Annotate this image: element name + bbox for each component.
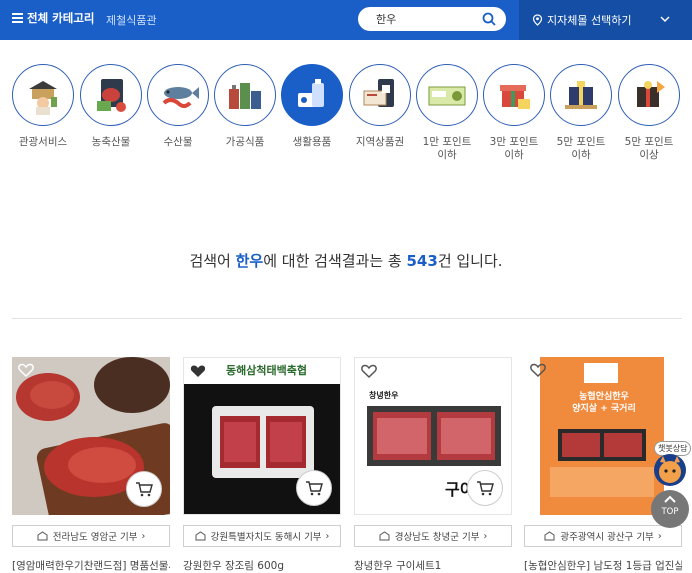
category-label: 관광서비스 [18, 136, 68, 148]
result-middle: 에 대한 검색결과는 총 [263, 252, 407, 270]
cart-icon [477, 481, 494, 496]
wishlist-heart-icon[interactable] [18, 363, 34, 377]
donation-box-icon [195, 531, 206, 541]
wishlist-heart-icon[interactable] [190, 364, 206, 378]
cart-icon [136, 482, 153, 497]
chevron-right-icon: › [483, 530, 488, 542]
chevron-right-icon: › [141, 530, 146, 542]
voucher-icon [349, 64, 411, 126]
category-under-30k[interactable]: 3만 포인트 이하 [482, 64, 546, 162]
region-label: 지자체몰 선택하기 [547, 14, 632, 27]
all-categories-label: 전체 카테고리 [27, 11, 95, 25]
hamburger-icon [12, 13, 23, 23]
product-name[interactable]: [영암매력한우기찬랜드점] 명품선물세 [12, 558, 170, 573]
wishlist-heart-icon[interactable] [361, 364, 377, 378]
all-categories-button[interactable]: 전체 카테고리 [12, 10, 94, 26]
premium-gift-icon [618, 64, 680, 126]
divider [92, 13, 93, 25]
result-suffix: 건 입니다. [437, 252, 503, 270]
household-goods-icon [281, 64, 343, 126]
category-living[interactable]: 생활용품 [280, 64, 344, 149]
donation-region-button[interactable]: 광주광역시 광산구 기부 › [524, 525, 682, 547]
donation-label: 경상남도 창녕군 기부 [394, 532, 480, 543]
donation-box-icon [379, 531, 390, 541]
points-voucher-icon [416, 64, 478, 126]
add-to-cart-button[interactable] [467, 470, 503, 506]
category-agri[interactable]: 농축산물 [79, 64, 143, 149]
category-voucher[interactable]: 지역상품권 [348, 64, 412, 149]
chevron-up-icon [664, 495, 676, 503]
brand-label: 창녕한우 [369, 391, 399, 400]
scroll-top-button[interactable]: TOP [651, 490, 689, 528]
location-pin-icon [532, 14, 543, 26]
gift-icon [483, 64, 545, 126]
donation-region-button[interactable]: 전라남도 영암군 기부 › [12, 525, 170, 547]
search-result-summary: 검색어 한우에 대한 검색결과는 총 543건 입니다. [0, 250, 692, 271]
donation-label: 광주광역시 광산구 기부 [560, 532, 654, 543]
donation-box-icon [544, 531, 555, 541]
category-tourism[interactable]: 관광서비스 [11, 64, 75, 149]
top-label: TOP [661, 507, 679, 517]
category-label: 생활용품 [292, 136, 332, 148]
product-image[interactable] [12, 357, 170, 515]
donation-region-button[interactable]: 강원특별자치도 동해시 기부 › [183, 525, 341, 547]
product-image[interactable]: 창녕한우 구이 [354, 357, 512, 515]
result-count: 543 [406, 252, 438, 270]
tourism-icon [12, 64, 74, 126]
product-name[interactable]: 창녕한우 구이세트1 [354, 558, 512, 573]
product-name[interactable]: 강원한우 장조림 600g [183, 558, 341, 573]
add-to-cart-button[interactable] [126, 471, 162, 507]
donation-region-button[interactable]: 경상남도 창녕군 기부 › [354, 525, 512, 547]
gift-box-icon [550, 64, 612, 126]
category-label: 3만 포인트 이하 [489, 136, 539, 161]
processed-food-icon [214, 64, 276, 126]
search-value: 한우 [376, 13, 397, 26]
category-seafood[interactable]: 수산물 [146, 64, 210, 149]
search-icon[interactable] [482, 12, 496, 26]
product-card[interactable]: 전라남도 영암군 기부 › [영암매력한우기찬랜드점] 명품선물세 [12, 357, 170, 573]
category-label: 1만 포인트 이하 [422, 136, 472, 161]
chevron-right-icon: › [657, 530, 662, 542]
fish-icon [147, 64, 209, 126]
cart-icon [306, 481, 323, 496]
add-to-cart-button[interactable] [296, 470, 332, 506]
category-label: 5만 포인트 이하 [556, 136, 606, 161]
top-header: 전체 카테고리 제철식품관 한우 지자체몰 선택하기 [0, 0, 692, 40]
brand-label: 동해삼척태백축협 [226, 364, 307, 377]
product-image[interactable]: 동해삼척태백축협 [183, 357, 341, 515]
product-card[interactable]: 창녕한우 구이 경상남도 창녕군 기부 › 창녕한우 구이세트1 [354, 357, 512, 573]
product-card[interactable]: 동해삼척태백축협 강원특별자치도 동해시 기부 › 강원한우 장조림 600g [183, 357, 341, 573]
chatbot-icon [654, 454, 686, 486]
category-label: 가공식품 [225, 136, 265, 148]
category-processed[interactable]: 가공식품 [213, 64, 277, 149]
result-keyword: 한우 [235, 252, 264, 270]
category-over-50k[interactable]: 5만 포인트 이상 [617, 64, 681, 162]
search-input[interactable]: 한우 [357, 6, 507, 32]
category-under-10k[interactable]: 1만 포인트 이하 [415, 64, 479, 162]
chevron-right-icon: › [325, 530, 330, 542]
category-label: 5만 포인트 이상 [624, 136, 674, 161]
category-under-50k[interactable]: 5만 포인트 이하 [549, 64, 613, 162]
category-label: 지역상품권 [355, 136, 405, 148]
category-label: 수산물 [163, 136, 193, 148]
donation-label: 강원특별자치도 동해시 기부 [210, 532, 322, 543]
banner-text: 농협안심한우 양지살 + 국거리 [572, 392, 636, 414]
product-name[interactable]: [농협안심한우] 남도정 1등급 업진살 [524, 558, 682, 573]
category-label: 농축산물 [91, 136, 131, 148]
region-select[interactable]: 지자체몰 선택하기 [519, 0, 692, 40]
divider [12, 318, 682, 319]
donation-box-icon [37, 531, 48, 541]
chevron-down-icon [660, 16, 670, 23]
meat-produce-icon [80, 64, 142, 126]
result-prefix: 검색어 [189, 252, 236, 270]
wishlist-heart-icon[interactable] [530, 363, 546, 377]
seasonal-food-link[interactable]: 제철식품관 [106, 12, 157, 28]
donation-label: 전라남도 영암군 기부 [52, 532, 138, 543]
